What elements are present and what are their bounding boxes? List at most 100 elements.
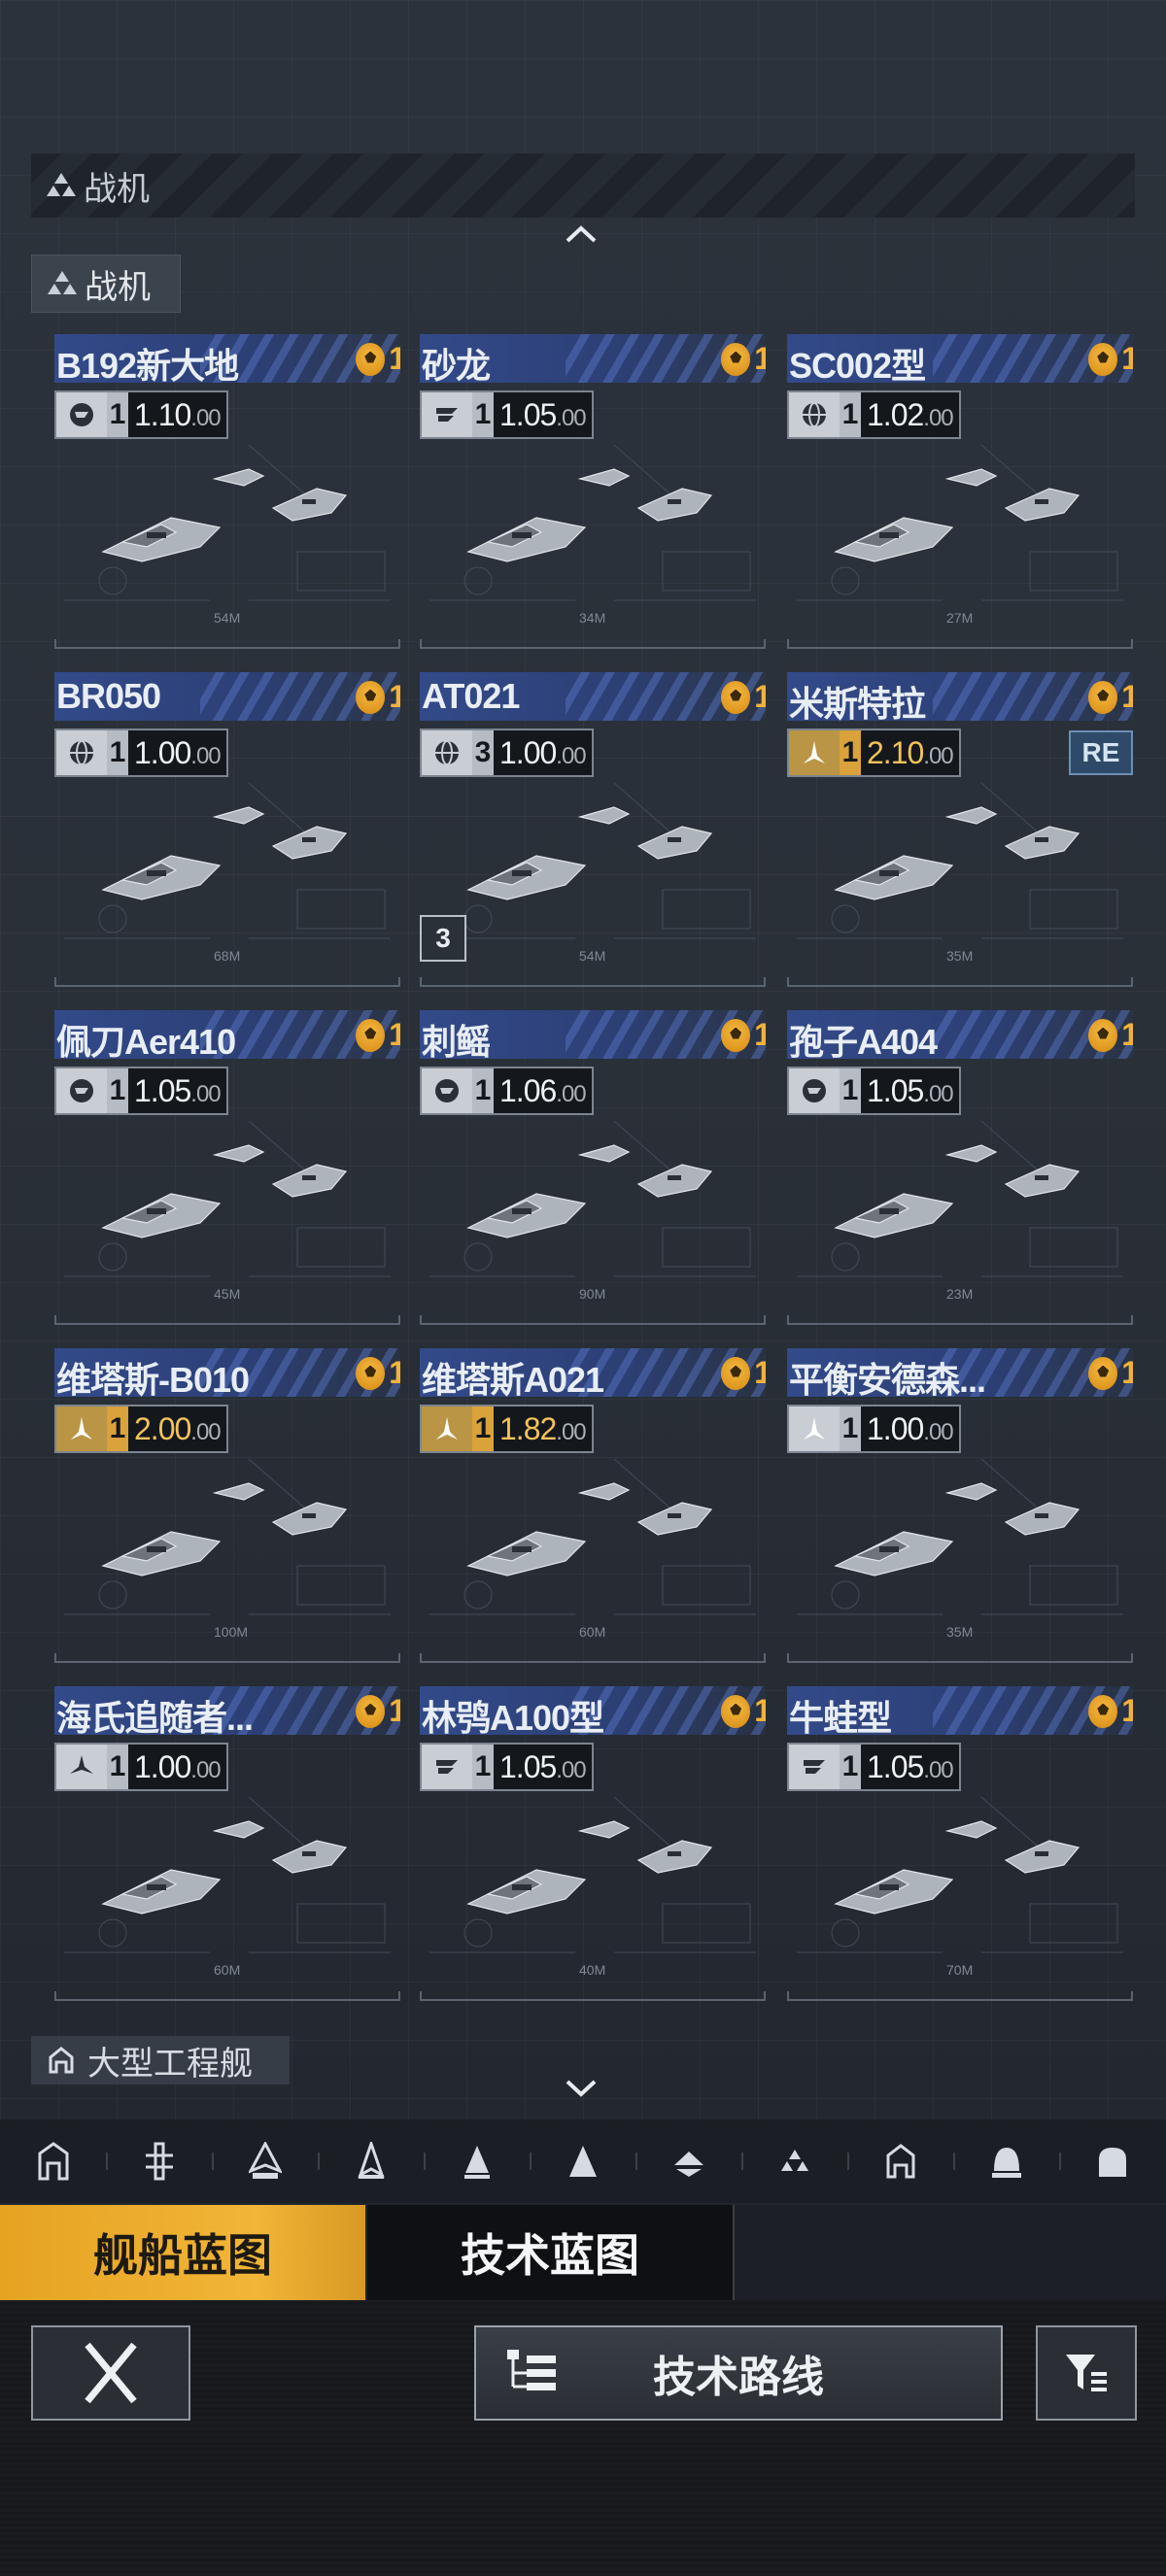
fighter-type-icon: [422, 1068, 472, 1113]
ship-card-header: 平衡安德森... 1: [787, 1348, 1133, 1397]
ship-card[interactable]: 维塔斯-B010 1 1 2.00.00 100M: [54, 1348, 400, 1671]
subsection-tab-engineering[interactable]: 大型工程舰: [31, 2036, 290, 2085]
category-shield[interactable]: [1059, 2119, 1165, 2203]
tab-ship-blueprints[interactable]: 舰船蓝图: [0, 2205, 365, 2300]
ship-level: 1: [840, 1745, 861, 1789]
ship-length: 35M: [946, 948, 974, 964]
ship-rank: 1: [721, 679, 766, 715]
category-battleship[interactable]: [212, 2119, 318, 2203]
subsection-tab-fighters[interactable]: 战机: [31, 254, 181, 313]
ship-card[interactable]: 米斯特拉 1 1 2.10.00 35M RE: [787, 672, 1133, 995]
close-button[interactable]: [31, 2325, 190, 2421]
filter-icon: [1066, 2355, 1107, 2391]
ship-card[interactable]: SC002型 1 1 1.02.00 27M: [787, 334, 1133, 657]
fighter-class-icon: [47, 173, 76, 198]
category-cruiser[interactable]: [318, 2119, 424, 2203]
tech-route-button[interactable]: 技术路线: [474, 2325, 1003, 2421]
ship-rank: 1: [356, 679, 400, 715]
collapse-chevron-icon[interactable]: [564, 220, 599, 249]
category-destroyer[interactable]: [424, 2119, 530, 2203]
ship-value: 1.10.00: [128, 392, 226, 437]
ship-blueprint-image: [429, 444, 756, 601]
ship-category-bar: [0, 2119, 1166, 2203]
expand-chevron-icon[interactable]: [564, 2073, 599, 2102]
ship-level: 1: [107, 1068, 128, 1113]
rank-insignia-icon: [789, 1745, 840, 1789]
ship-value-frac: .00: [190, 1081, 221, 1107]
ship-level: 1: [840, 1407, 861, 1451]
ship-card[interactable]: B192新大地 1 1 1.10.00 54M: [54, 334, 400, 657]
ship-length: 70M: [946, 1962, 974, 1978]
category-frigate[interactable]: [530, 2119, 635, 2203]
ship-card[interactable]: AT021 1 3 1.00.00 54M 3: [420, 672, 766, 995]
rank-badge-icon: [721, 342, 751, 376]
ship-level: 1: [107, 392, 128, 437]
ship-card[interactable]: 牛蛙型 1 1 1.05.00 70M: [787, 1686, 1133, 2009]
ship-card[interactable]: 孢子A404 1 1 1.05.00 23M: [787, 1010, 1133, 1333]
rank-badge-icon: [356, 342, 386, 376]
rank-number: 1: [754, 341, 766, 376]
ship-card-header: 维塔斯A021 1: [420, 1348, 766, 1397]
ship-name: 维塔斯A021: [422, 1360, 604, 1397]
ship-stats: 1 1.05.00: [787, 1743, 961, 1791]
ship-value: 1.82.00: [494, 1407, 592, 1451]
category-engineering[interactable]: [847, 2119, 953, 2203]
rank-number: 1: [1121, 1355, 1133, 1390]
ship-blueprint-image: [429, 1458, 756, 1615]
ship-name: B192新大地: [56, 346, 239, 383]
ship-level: 1: [107, 1745, 128, 1789]
filter-button[interactable]: [1036, 2325, 1137, 2421]
ship-rank: 1: [1088, 341, 1133, 377]
card-divider: [787, 977, 1133, 987]
ship-value: 1.00.00: [494, 730, 592, 775]
ship-card[interactable]: 佩刀Aer410 1 1 1.05.00 45M: [54, 1010, 400, 1333]
ship-card[interactable]: 平衡安德森... 1 1 1.00.00 35M: [787, 1348, 1133, 1671]
ship-rank: 1: [1088, 1693, 1133, 1729]
ship-value-frac: .00: [923, 405, 953, 431]
ship-blueprint-image: [797, 1120, 1123, 1277]
ship-card[interactable]: BR050 1 1 1.00.00 68M: [54, 672, 400, 995]
ship-card[interactable]: 海氏追随者... 1 1 1.00.00 60M: [54, 1686, 400, 2009]
ship-stats: 1 1.05.00: [420, 1743, 594, 1791]
ship-rank: 1: [356, 1693, 400, 1729]
ship-length: 34M: [579, 610, 606, 626]
ship-value-main: 1.05: [499, 396, 557, 432]
tab-tech-blueprints[interactable]: 技术蓝图: [367, 2205, 735, 2300]
ship-length: 40M: [579, 1962, 606, 1978]
rank-badge-icon: [721, 1694, 751, 1728]
category-carrier[interactable]: [106, 2119, 212, 2203]
tab-bar-filler: [735, 2205, 1166, 2300]
ship-blueprint-image: [797, 444, 1123, 601]
ship-level: 1: [107, 1407, 128, 1451]
ship-stats: 1 1.06.00: [420, 1067, 594, 1115]
engineering-icon: [886, 2144, 914, 2179]
card-divider: [420, 1653, 766, 1663]
ship-blueprint-image: [797, 782, 1123, 939]
category-fighter[interactable]: [741, 2119, 847, 2203]
ship-value-frac: .00: [556, 1081, 586, 1107]
ship-value: 1.05.00: [861, 1068, 959, 1113]
ship-level: 1: [840, 1068, 861, 1113]
ship-card[interactable]: 林鸮A100型 1 1 1.05.00 40M: [420, 1686, 766, 2009]
ship-stats: 1 2.10.00: [787, 729, 961, 777]
ship-rank: 1: [1088, 1355, 1133, 1391]
ship-card-header: BR050 1: [54, 672, 400, 721]
re-badge: RE: [1069, 730, 1133, 775]
ship-length: 100M: [214, 1624, 249, 1640]
ship-blueprint-image: [797, 1796, 1123, 1953]
ship-card[interactable]: 维塔斯A021 1 1 1.82.00 60M: [420, 1348, 766, 1671]
ship-card[interactable]: 砂龙 1 1 1.05.00 34M: [420, 334, 766, 657]
category-corvette[interactable]: [635, 2119, 741, 2203]
ship-name: 米斯特拉: [789, 684, 926, 721]
ship-rank: 1: [721, 1017, 766, 1053]
section-header-fighters[interactable]: 战机: [31, 153, 1135, 218]
rank-badge-icon: [356, 1356, 386, 1390]
rank-badge-icon: [721, 1356, 751, 1390]
ship-card-header: 维塔斯-B010 1: [54, 1348, 400, 1397]
ship-blueprint-image: [429, 1796, 756, 1953]
ship-stats: 1 1.05.00: [787, 1067, 961, 1115]
ship-value: 1.05.00: [128, 1068, 226, 1113]
category-dome[interactable]: [953, 2119, 1059, 2203]
ship-card[interactable]: 刺鳐 1 1 1.06.00 90M: [420, 1010, 766, 1333]
category-station[interactable]: [0, 2119, 106, 2203]
